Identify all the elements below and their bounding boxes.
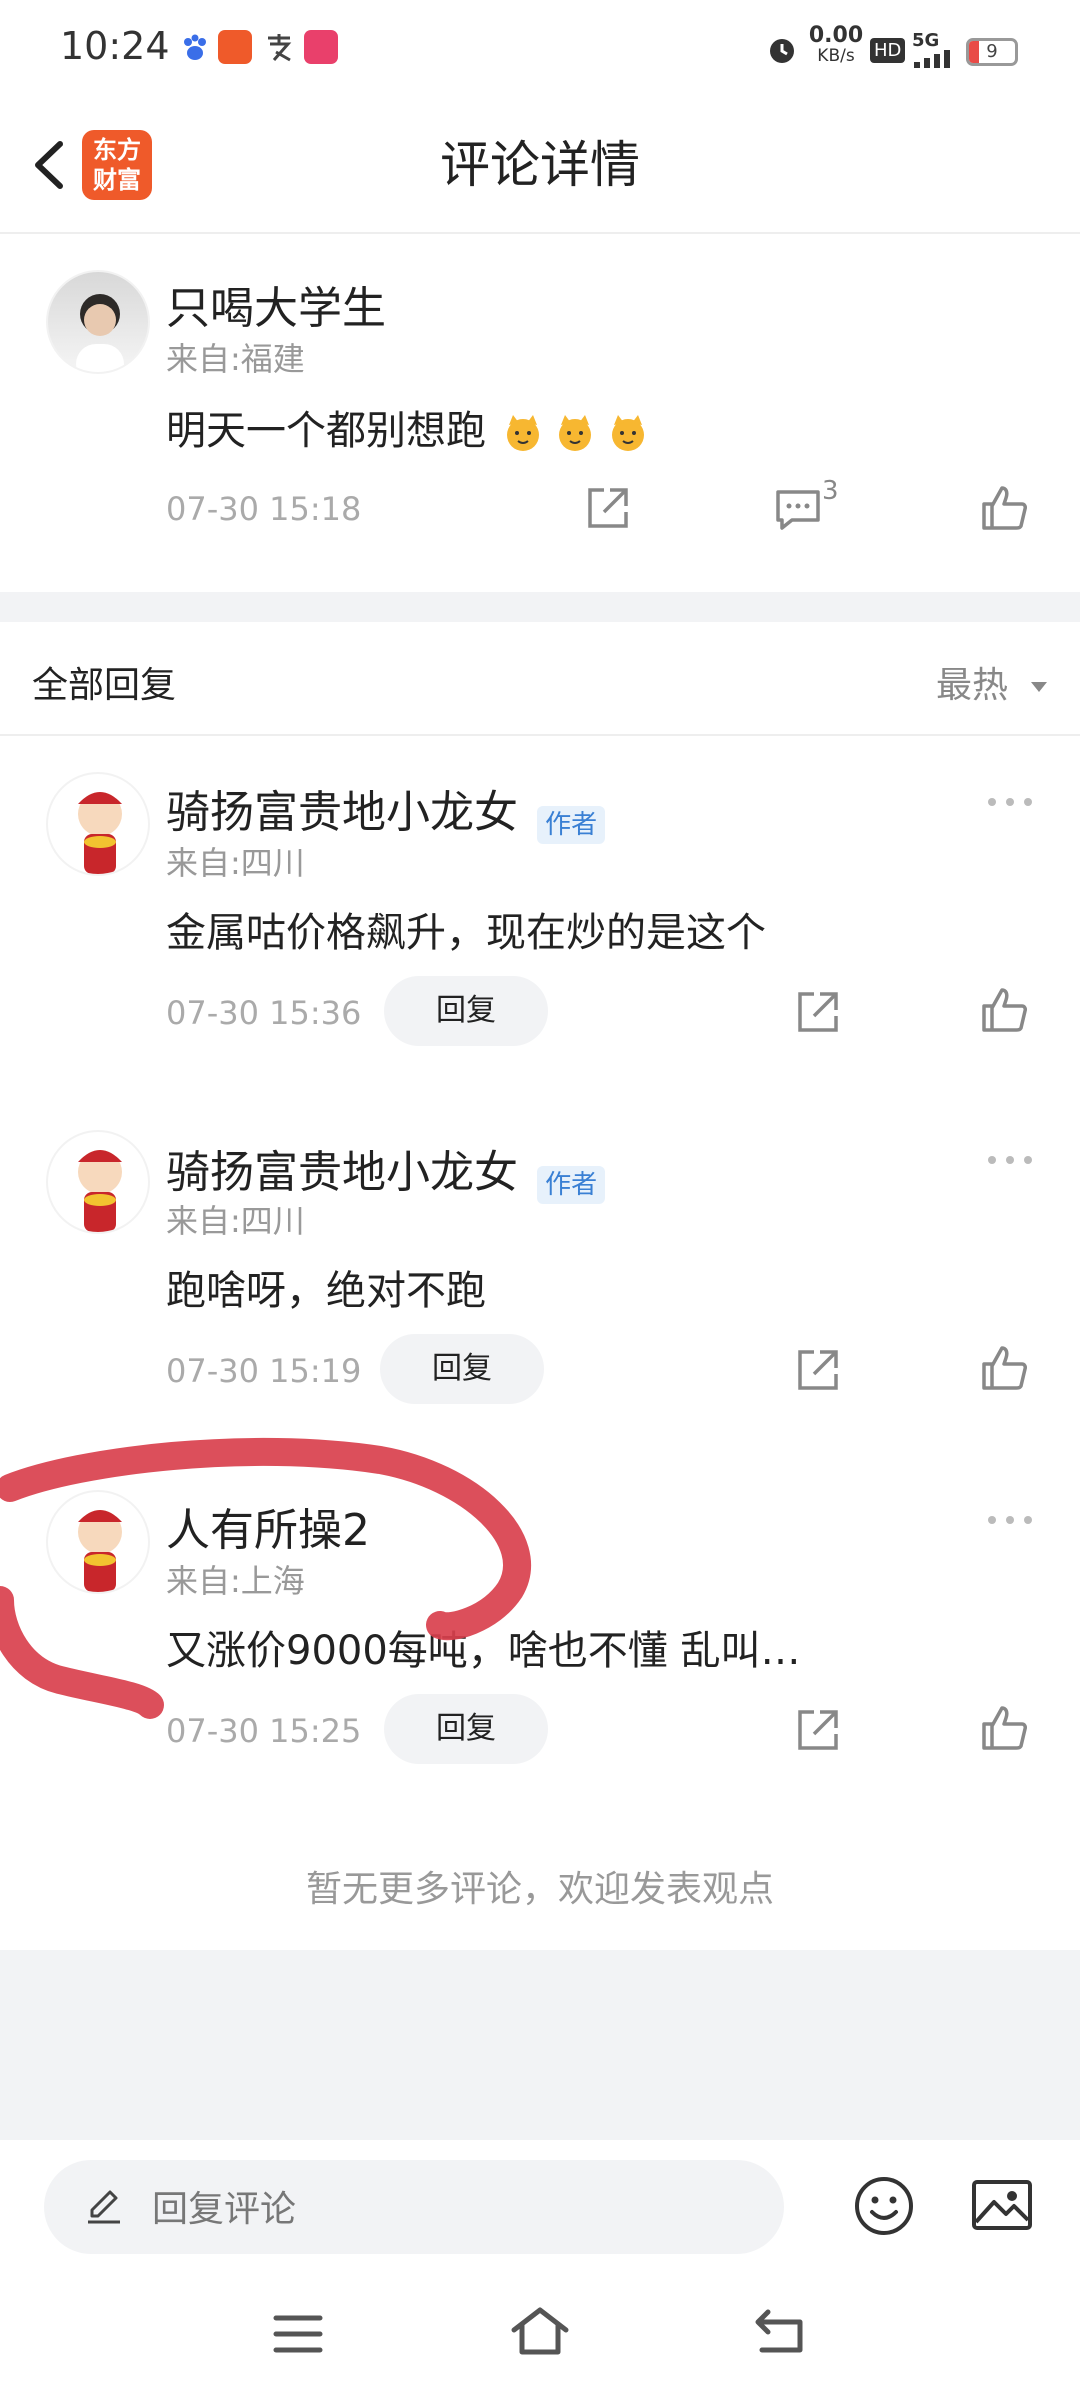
triangle-down-icon <box>1029 680 1049 694</box>
signal-type: 5G <box>912 30 940 51</box>
eastmoney-app-icon <box>218 30 252 64</box>
reply-author-name[interactable]: 骑扬富贵地小龙女 <box>166 787 518 838</box>
image-button[interactable] <box>970 2176 1034 2236</box>
reply-location: 来自:四川 <box>166 844 305 882</box>
all-replies-label: 全部回复 <box>32 665 177 706</box>
reply-button[interactable]: 回复 <box>384 976 548 1046</box>
like-button[interactable] <box>980 484 1028 532</box>
comment-count-button[interactable] <box>774 486 822 532</box>
share-button[interactable] <box>584 484 632 532</box>
menu-nav-button[interactable] <box>272 2312 324 2356</box>
empty-area <box>0 1950 1080 2140</box>
back-button[interactable] <box>22 130 82 200</box>
sort-dropdown[interactable]: 最热 <box>936 656 1049 708</box>
comment-content: 明天一个都别想跑 <box>166 398 648 456</box>
comment-datetime: 07-30 15:18 <box>166 490 362 528</box>
author-badge: 作者 <box>537 1166 606 1204</box>
author-badge: 作者 <box>537 806 606 844</box>
battery-indicator: 9 <box>966 38 1018 66</box>
emoji-button[interactable] <box>852 2174 916 2238</box>
cat-emoji-icon <box>503 413 543 453</box>
video-app-icon <box>304 30 338 64</box>
comment-location: 来自:福建 <box>166 340 305 378</box>
alarm-icon <box>766 34 798 66</box>
reply-input-placeholder: 回复评论 <box>152 2189 297 2230</box>
page-title: 评论详情 <box>440 136 640 194</box>
avatar[interactable] <box>46 1130 150 1234</box>
home-nav-button[interactable] <box>508 2306 572 2358</box>
reply-datetime: 07-30 15:19 <box>166 1352 362 1390</box>
comment-author-name[interactable]: 只喝大学生 <box>166 272 386 336</box>
section-separator <box>0 592 1080 622</box>
share-button[interactable] <box>794 1706 842 1754</box>
eastmoney-logo: 东方 财富 <box>82 130 152 200</box>
like-button[interactable] <box>980 1344 1028 1392</box>
comment-count: 3 <box>822 476 839 506</box>
signal-bars-icon <box>912 50 956 68</box>
hd-indicator: HD <box>870 38 906 63</box>
back-nav-button[interactable] <box>752 2306 812 2358</box>
no-more-comments-note: 暂无更多评论，欢迎发表观点 <box>305 1869 774 1910</box>
share-button[interactable] <box>794 1346 842 1394</box>
reply-location: 来自:四川 <box>166 1202 305 1240</box>
avatar[interactable] <box>46 772 150 876</box>
pencil-icon <box>84 2186 124 2226</box>
cat-emoji-icon <box>555 413 595 453</box>
red-annotation-stroke <box>0 1420 560 1740</box>
more-options-icon[interactable] <box>986 792 1034 812</box>
like-button[interactable] <box>980 1704 1028 1752</box>
share-button[interactable] <box>794 988 842 1036</box>
replies-divider <box>0 734 1080 736</box>
header-divider <box>0 232 1080 234</box>
baidu-icon <box>178 30 212 64</box>
like-button[interactable] <box>980 986 1028 1034</box>
reply-author-row: 骑扬富贵地小龙女 作者 <box>166 1136 606 1204</box>
status-bar: 10:24 0.00 KB/s HD 5G 9 <box>0 0 1080 100</box>
status-time: 10:24 <box>60 24 170 68</box>
reply-author-name[interactable]: 骑扬富贵地小龙女 <box>166 1147 518 1198</box>
reply-datetime: 07-30 15:36 <box>166 994 362 1032</box>
reply-content: 跑啥呀，绝对不跑 <box>166 1268 486 1314</box>
more-options-icon[interactable] <box>986 1510 1034 1530</box>
alipay-icon <box>262 30 296 64</box>
net-speed: 0.00 KB/s <box>808 23 864 67</box>
reply-author-row: 骑扬富贵地小龙女 作者 <box>166 776 606 844</box>
cat-emoji-icon <box>608 413 648 453</box>
reply-button[interactable]: 回复 <box>380 1334 544 1404</box>
reply-content: 金属咕价格飙升，现在炒的是这个 <box>166 910 766 956</box>
avatar[interactable] <box>46 270 150 374</box>
more-options-icon[interactable] <box>986 1150 1034 1170</box>
